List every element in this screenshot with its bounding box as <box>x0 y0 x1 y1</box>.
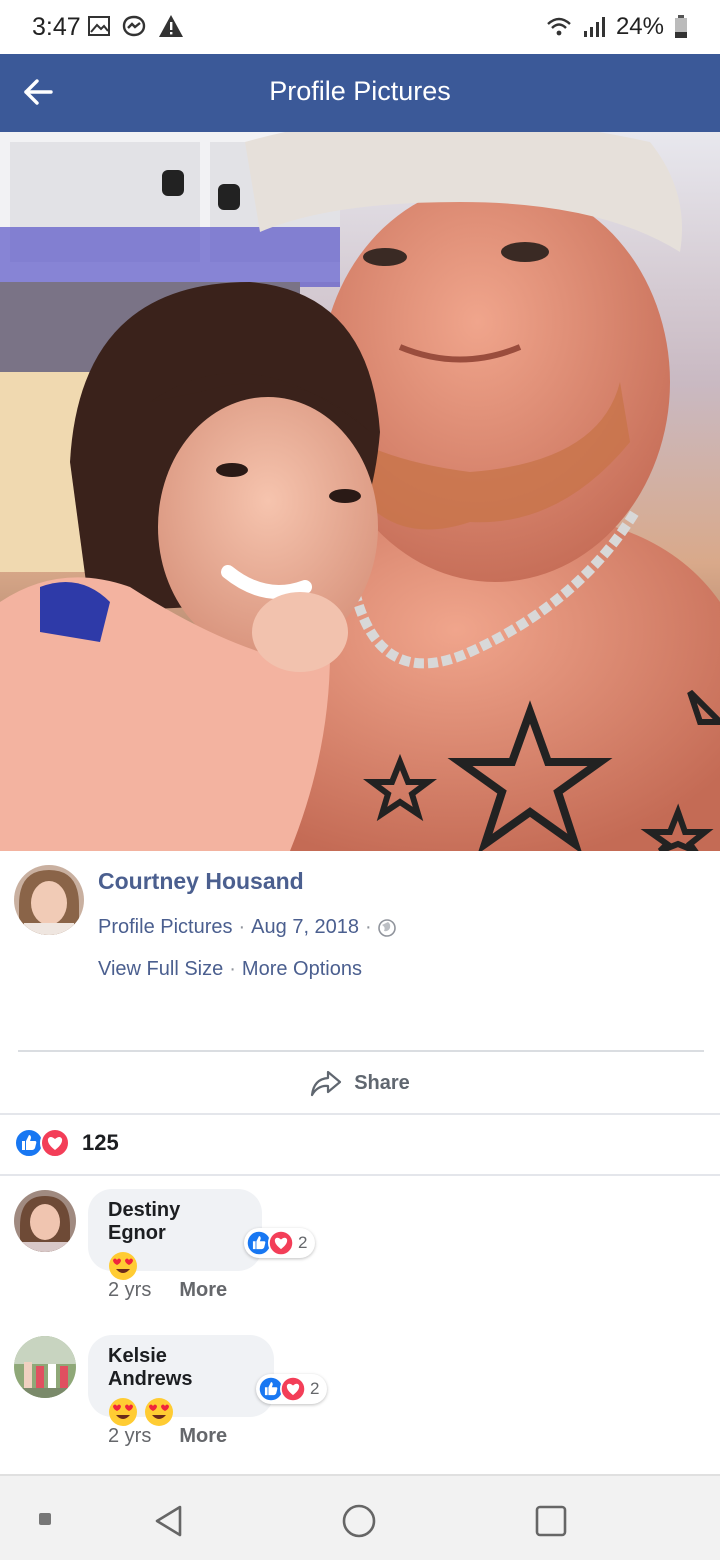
status-time: 3:47 <box>32 13 81 41</box>
more-options-link[interactable]: More Options <box>242 958 362 981</box>
wifi-icon <box>547 17 571 36</box>
love-reaction-icon <box>40 1128 70 1158</box>
comment-reaction-count: 2 <box>310 1379 320 1398</box>
reaction-count: 125 <box>82 1130 119 1155</box>
love-reaction-icon <box>268 1230 294 1256</box>
comment-more-button[interactable]: More <box>179 1279 227 1302</box>
post-meta: Profile Pictures · Aug 7, 2018 · <box>98 916 396 939</box>
comment-time: 2 yrs <box>108 1425 152 1447</box>
messenger-icon <box>122 15 146 37</box>
commenter-name[interactable]: Kelsie Andrews <box>108 1345 254 1391</box>
home-circle-icon <box>342 1504 376 1538</box>
comment-actions: 2 yrs More <box>108 1425 227 1448</box>
back-nav-button[interactable] <box>152 1504 186 1543</box>
comment-time: 2 yrs <box>108 1279 152 1301</box>
status-bar: 3:47 24% <box>0 0 720 54</box>
square-dot-icon <box>39 1513 51 1525</box>
signal-icon <box>583 17 605 37</box>
system-nav-bar <box>0 1474 720 1560</box>
profile-photo[interactable] <box>0 132 720 851</box>
avatar-image <box>14 865 84 935</box>
comment-item: Destiny Egnor 2 2 yrs More <box>0 1176 720 1316</box>
comment-reactions[interactable]: 2 <box>244 1228 316 1258</box>
overview-nav-button[interactable] <box>534 1504 568 1543</box>
battery-percent: 24% <box>615 13 664 40</box>
avatar-image <box>14 1336 76 1398</box>
commenter-name[interactable]: Destiny Egnor <box>108 1199 242 1245</box>
post-links: View Full Size · More Options <box>98 958 362 981</box>
commenter-avatar[interactable] <box>14 1190 76 1252</box>
author-name[interactable]: Courtney Housand <box>98 868 304 895</box>
comment-item: Kelsie Andrews 2 2 yrs More <box>0 1322 720 1462</box>
battery-icon <box>675 15 687 38</box>
share-icon <box>311 1070 342 1097</box>
post-date: Aug 7, 2018 <box>251 916 360 938</box>
comment-reactions[interactable]: 2 <box>256 1374 328 1404</box>
commenter-avatar[interactable] <box>14 1336 76 1398</box>
comment-bubble[interactable]: Destiny Egnor <box>88 1189 262 1280</box>
comment-actions: 2 yrs More <box>108 1279 227 1302</box>
recents-dot-button[interactable] <box>38 1512 52 1531</box>
comment-more-button[interactable]: More <box>179 1425 227 1448</box>
meta-separator: · <box>365 916 372 938</box>
comment-bubble[interactable]: Kelsie Andrews <box>88 1335 274 1426</box>
warning-icon <box>159 15 183 37</box>
status-right: 24% <box>546 13 688 41</box>
link-separator: · <box>229 958 236 980</box>
home-nav-button[interactable] <box>342 1504 376 1543</box>
love-reaction-icon <box>280 1376 306 1402</box>
image-icon <box>88 16 110 36</box>
app-bar: Profile Pictures <box>0 54 720 132</box>
meta-separator: · <box>238 916 246 938</box>
post-info: Courtney Housand Profile Pictures · Aug … <box>0 851 720 1051</box>
reactions-summary[interactable]: 125 <box>14 1128 119 1158</box>
status-notification-icons <box>88 14 184 38</box>
comment-reaction-count: 2 <box>298 1233 308 1252</box>
photo-illustration <box>0 132 720 851</box>
avatar-image <box>14 1190 76 1252</box>
share-label: Share <box>354 1071 410 1094</box>
divider <box>0 1113 720 1115</box>
author-avatar[interactable] <box>14 865 84 935</box>
globe-icon <box>377 918 396 937</box>
page-title: Profile Pictures <box>269 76 451 106</box>
album-link[interactable]: Profile Pictures <box>98 916 233 939</box>
back-triangle-icon <box>155 1505 182 1537</box>
overview-square-icon <box>535 1505 567 1537</box>
view-full-size-link[interactable]: View Full Size <box>98 958 223 981</box>
share-button[interactable]: Share <box>0 1052 720 1114</box>
